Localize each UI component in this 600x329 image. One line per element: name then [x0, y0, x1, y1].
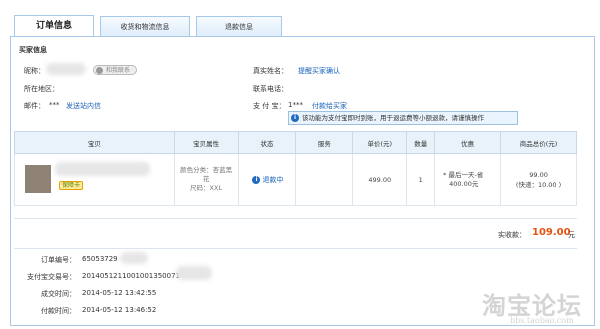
quantity-cell: 1	[406, 153, 436, 206]
alipay-label: 支 付 宝：	[253, 102, 286, 110]
watermark-url: bbs.taobao.com	[510, 316, 574, 325]
col-status: 状态	[237, 131, 297, 154]
nickname-value-redacted	[46, 63, 86, 75]
guarantee-badge[interactable]: 保障卡	[59, 181, 84, 190]
tab-refund-info[interactable]: 退款信息	[196, 16, 282, 37]
pay-time-value: 2014-05-12 13:46:52	[82, 306, 157, 314]
deal-time-label: 成交时间：	[41, 290, 76, 298]
contact-me-button[interactable]: 和我联系	[93, 65, 137, 75]
alipay-no-label: 支付宝交易号：	[27, 273, 76, 281]
item-cell: 保障卡	[14, 153, 175, 206]
realname-label: 真实姓名：	[253, 67, 288, 75]
info-icon: i	[291, 114, 299, 122]
order-no-value: 65053729	[82, 255, 118, 263]
tab-order-info[interactable]: 订单信息	[14, 15, 94, 37]
summary-divider	[14, 248, 577, 249]
col-service: 服务	[295, 131, 354, 154]
table-bottom-divider	[14, 218, 577, 219]
status-cell: i 退款中	[237, 153, 297, 206]
col-quantity: 数量	[406, 131, 436, 154]
remind-buyer-link[interactable]: 提醒买家确认	[298, 66, 340, 76]
nickname-label: 昵称：	[24, 67, 45, 75]
send-message-link[interactable]: 发送站内信	[66, 101, 101, 111]
info-icon: i	[252, 175, 261, 184]
tab-shipping-info[interactable]: 收货和物流信息	[100, 16, 190, 37]
deal-time-value: 2014-05-12 13:42:55	[82, 289, 157, 297]
contact-me-label: 和我联系	[106, 67, 131, 74]
table-row: 保障卡 颜色分类：杏蓝黑花 尺码：XXL i 退款中 499.00 1 * 最后…	[14, 153, 577, 206]
phone-label: 联系电话：	[253, 85, 288, 93]
attr-size: 尺码：XXL	[190, 184, 223, 192]
order-no-label: 订单编号：	[41, 256, 76, 264]
order-items-table: 宝贝 宝贝属性 状态 服务 单价(元) 数量 优惠 商品总价(元) 保障卡 颜色…	[14, 131, 577, 206]
col-discount: 优惠	[434, 131, 502, 154]
alipay-value: 1***	[288, 101, 303, 109]
buyer-info-title: 买家信息	[19, 46, 47, 54]
alipay-tip-text: 该功能为支付宝即时到账，用于退运费等小额退款，请谨慎操作	[302, 114, 484, 122]
col-attributes: 宝贝属性	[173, 131, 239, 154]
item-total: 99.00	[529, 170, 548, 179]
attr-color: 颜色分类：杏蓝黑花	[180, 166, 233, 183]
pay-time-label: 付款时间：	[41, 307, 76, 315]
paid-label: 实收款：	[498, 231, 526, 239]
col-item: 宝贝	[14, 131, 175, 154]
alipay-no-redacted	[176, 266, 212, 280]
shipping-fee: (快递：10.00 )	[515, 180, 562, 189]
discount-cell: * 最后一天-省 400.00元	[434, 153, 502, 206]
item-thumbnail[interactable]	[25, 165, 51, 193]
col-unit-price: 单价(元)	[352, 131, 408, 154]
region-label: 所在地区：	[24, 85, 59, 93]
email-value: ***	[49, 101, 60, 109]
paid-amount: 109.00	[532, 227, 571, 238]
discount-line2: 400.00元	[449, 179, 479, 188]
item-title-redacted	[55, 162, 150, 176]
discount-line1: * 最后一天-省	[443, 170, 484, 179]
total-cell: 99.00 (快递：10.00 )	[500, 153, 577, 206]
chat-icon	[96, 67, 103, 74]
pay-buyer-link[interactable]: 付款给买家	[312, 101, 347, 111]
attr-cell: 颜色分类：杏蓝黑花 尺码：XXL	[173, 153, 239, 206]
order-no-redacted	[120, 252, 148, 264]
unit-price-cell: 499.00	[352, 153, 408, 206]
alipay-no-value: 2014051211001001350071	[82, 272, 180, 280]
email-label: 邮件：	[24, 102, 45, 110]
refund-status-label: 退款中	[262, 175, 284, 184]
table-header-row: 宝贝 宝贝属性 状态 服务 单价(元) 数量 优惠 商品总价(元)	[14, 131, 577, 154]
service-cell	[295, 153, 354, 206]
paid-unit: 元	[568, 231, 575, 239]
col-total: 商品总价(元)	[500, 131, 577, 154]
alipay-tip: i 该功能为支付宝即时到账，用于退运费等小额退款，请谨慎操作	[288, 111, 518, 125]
refund-status[interactable]: i 退款中	[250, 174, 283, 186]
